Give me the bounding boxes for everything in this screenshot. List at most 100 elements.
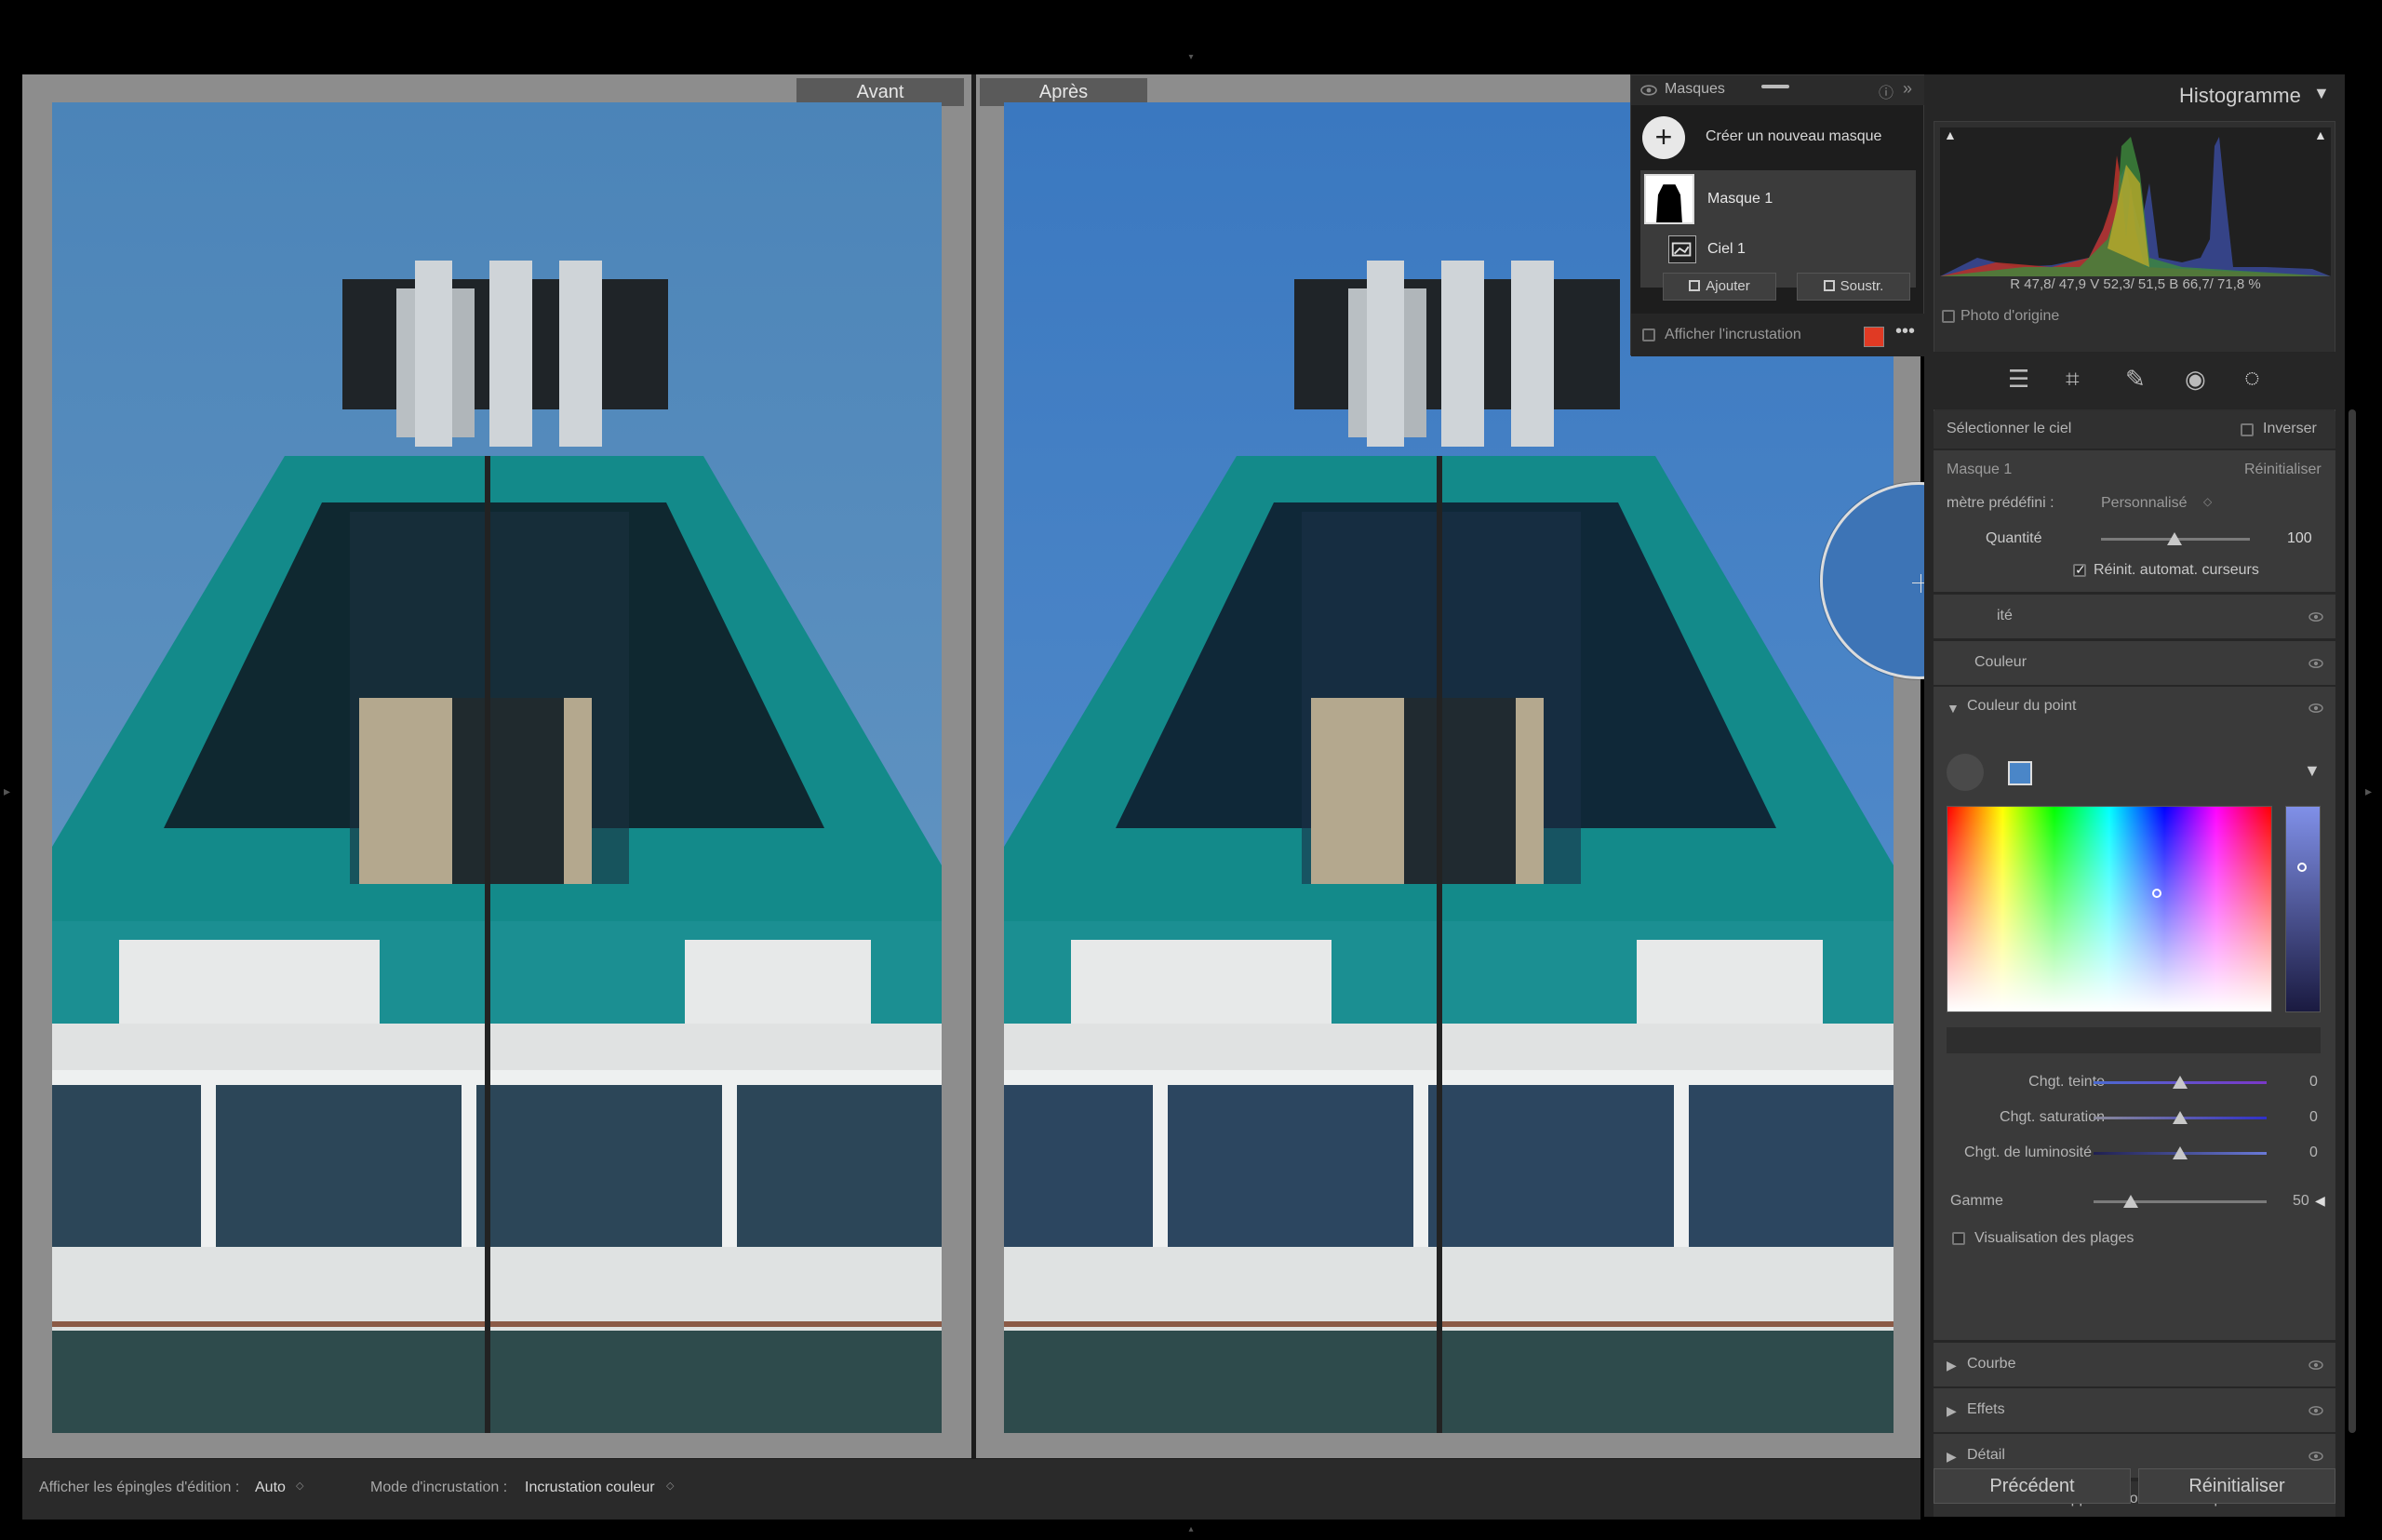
luminance-picker[interactable] (2297, 863, 2307, 872)
section-curve-label: Courbe (1967, 1356, 2016, 1372)
saturation-shift-label: Chgt. saturation (2000, 1109, 2105, 1125)
shadow-clip-icon[interactable]: ▲ (1944, 127, 1957, 142)
luminance-shift-label: Chgt. de luminosité (1964, 1145, 2092, 1160)
before-pane: Avant (22, 74, 971, 1458)
highlight-clip-icon[interactable]: ▲ (2314, 127, 2327, 142)
range-expand-icon[interactable]: ◀ (2315, 1193, 2325, 1209)
expand-triangle-icon[interactable]: ▶ (1947, 1403, 1957, 1419)
collapse-triangle-icon[interactable]: ▼ (2313, 84, 2330, 103)
component-name[interactable]: Ciel 1 (1707, 241, 1746, 258)
mask-icon[interactable]: ◌ (2244, 363, 2260, 393)
subtract-shape-icon (1823, 280, 1835, 291)
range-thumb[interactable] (2123, 1195, 2138, 1208)
section-light-label: ité (1997, 608, 2013, 623)
dropdown-triangle-icon[interactable]: ▼ (2304, 761, 2321, 781)
overlay-row: Afficher l'incrustation ••• (1631, 314, 1925, 356)
color-field-picker[interactable] (2152, 889, 2161, 898)
add-button[interactable]: Ajouter (1663, 273, 1776, 301)
color-swatch[interactable] (2008, 761, 2032, 785)
eye-icon[interactable] (2308, 1406, 2323, 1415)
overlay-checkbox[interactable] (1642, 328, 1655, 341)
masks-header[interactable]: Masques ⓘ » (1631, 75, 1925, 105)
original-photo-label: Photo d'origine (1960, 308, 2060, 324)
mask-item[interactable]: Masque 1 Ciel 1 (1640, 170, 1916, 288)
color-field[interactable] (1947, 806, 2272, 1012)
original-photo-checkbox[interactable] (1942, 310, 1955, 323)
top-panel-toggle-icon[interactable]: ▾ (1182, 52, 1200, 62)
point-color-section: ▼ Couleur du point ▼ Chgt. teinte 0 Chgt… (1934, 687, 2335, 1340)
before-photo[interactable] (52, 102, 942, 1433)
create-mask-label[interactable]: Créer un nouveau masque (1706, 128, 1881, 145)
right-panel-toggle-icon[interactable]: ▸ (2365, 783, 2372, 799)
left-panel-toggle-icon[interactable]: ▸ (4, 783, 10, 799)
eye-icon[interactable] (2308, 703, 2323, 713)
right-panel-scrollbar[interactable] (2349, 409, 2356, 1433)
lightroom-window: ▾ ▸ ▸ Avant Après Masques ⓘ » + Créer un… (0, 0, 2382, 1540)
range-label: Gamme (1950, 1193, 2003, 1209)
section-light[interactable]: ité (1934, 594, 2335, 638)
redeye-icon[interactable]: ◉ (2185, 365, 2206, 394)
section-detail-label: Détail (1967, 1447, 2005, 1463)
invert-checkbox[interactable] (2241, 423, 2254, 436)
saturation-shift-value: 0 (2309, 1109, 2318, 1125)
select-sky-row: Sélectionner le ciel Inverser (1934, 411, 2335, 449)
help-icon[interactable]: ⓘ (1879, 80, 1894, 102)
chevron-updown-icon[interactable]: ◇ (2203, 495, 2212, 508)
subtract-button[interactable]: Soustr. (1797, 273, 1910, 301)
mask-thumbnail (1644, 174, 1694, 224)
eye-icon[interactable] (2308, 659, 2323, 668)
reset-button[interactable]: Réinitialiser (2138, 1468, 2335, 1504)
drag-handle[interactable] (1761, 85, 1789, 88)
range-slider[interactable] (2094, 1200, 2267, 1203)
luminance-shift-value: 0 (2309, 1145, 2318, 1160)
range-visualization-checkbox[interactable] (1952, 1232, 1965, 1245)
expand-triangle-icon[interactable]: ▶ (1947, 1449, 1957, 1465)
section-effects[interactable]: ▶ Effets (1934, 1387, 2335, 1432)
pins-label: Afficher les épingles d'édition : (39, 1480, 240, 1495)
crop-icon[interactable]: ⌗ (2066, 365, 2080, 395)
subtract-label: Soustr. (1840, 278, 1884, 294)
overlay-mode-label: Mode d'incrustation : (370, 1480, 508, 1495)
collapse-icon[interactable]: » (1903, 79, 1912, 99)
heal-icon[interactable]: ✎ (2125, 365, 2146, 394)
more-options-icon[interactable]: ••• (1895, 321, 1915, 342)
histogram-header[interactable]: Histogramme ▼ (1924, 74, 2345, 117)
r-value: 47,8/ 47,9 (2024, 276, 2087, 292)
chevron-updown-icon[interactable]: ◇ (296, 1480, 303, 1492)
hue-shift-thumb[interactable] (2173, 1076, 2188, 1089)
mask-name: Masque 1 (1707, 191, 1773, 207)
eye-icon[interactable] (2308, 1360, 2323, 1370)
histogram-graph: ▲ ▲ (1940, 127, 2331, 276)
eye-icon[interactable] (2308, 1452, 2323, 1461)
previous-button[interactable]: Précédent (1934, 1468, 2131, 1504)
amount-label: Quantité (1986, 530, 2042, 546)
amount-value: 100 (2287, 530, 2312, 546)
r-label: R (2010, 276, 2021, 292)
sliders-icon[interactable]: ☰ (2008, 365, 2029, 394)
preset-dropdown[interactable]: Personnalisé (2101, 495, 2188, 512)
eye-icon[interactable] (2308, 612, 2323, 622)
hue-shift-label: Chgt. teinte (2028, 1074, 2105, 1090)
overlay-mode-dropdown[interactable]: Incrustation couleur (525, 1480, 655, 1496)
luminance-bar[interactable] (2285, 806, 2321, 1012)
luminance-shift-thumb[interactable] (2173, 1146, 2188, 1159)
expand-triangle-icon[interactable]: ▼ (1947, 701, 1960, 716)
bottom-panel-toggle-icon[interactable]: ▴ (1182, 1524, 1200, 1534)
reset-link[interactable]: Réinitialiser (2244, 462, 2322, 478)
add-label: Ajouter (1706, 278, 1750, 294)
invert-label: Inverser (2263, 421, 2317, 436)
overlay-color-swatch[interactable] (1864, 327, 1884, 347)
pins-dropdown[interactable]: Auto (255, 1480, 286, 1496)
masks-panel: Masques ⓘ » + Créer un nouveau masque Ma… (1630, 74, 1925, 356)
chevron-updown-icon[interactable]: ◇ (666, 1480, 674, 1492)
section-color[interactable]: Couleur (1934, 640, 2335, 685)
section-curve[interactable]: ▶ Courbe (1934, 1342, 2335, 1386)
saturation-shift-thumb[interactable] (2173, 1111, 2188, 1124)
expand-triangle-icon[interactable]: ▶ (1947, 1358, 1957, 1373)
eyedropper-icon[interactable] (1947, 754, 1984, 791)
amount-slider-thumb[interactable] (2167, 532, 2182, 545)
range-value: 50 (2293, 1193, 2309, 1209)
eye-icon[interactable] (1640, 85, 1657, 96)
add-mask-icon[interactable]: + (1642, 116, 1685, 159)
auto-reset-checkbox[interactable]: ✓ (2073, 562, 2086, 577)
